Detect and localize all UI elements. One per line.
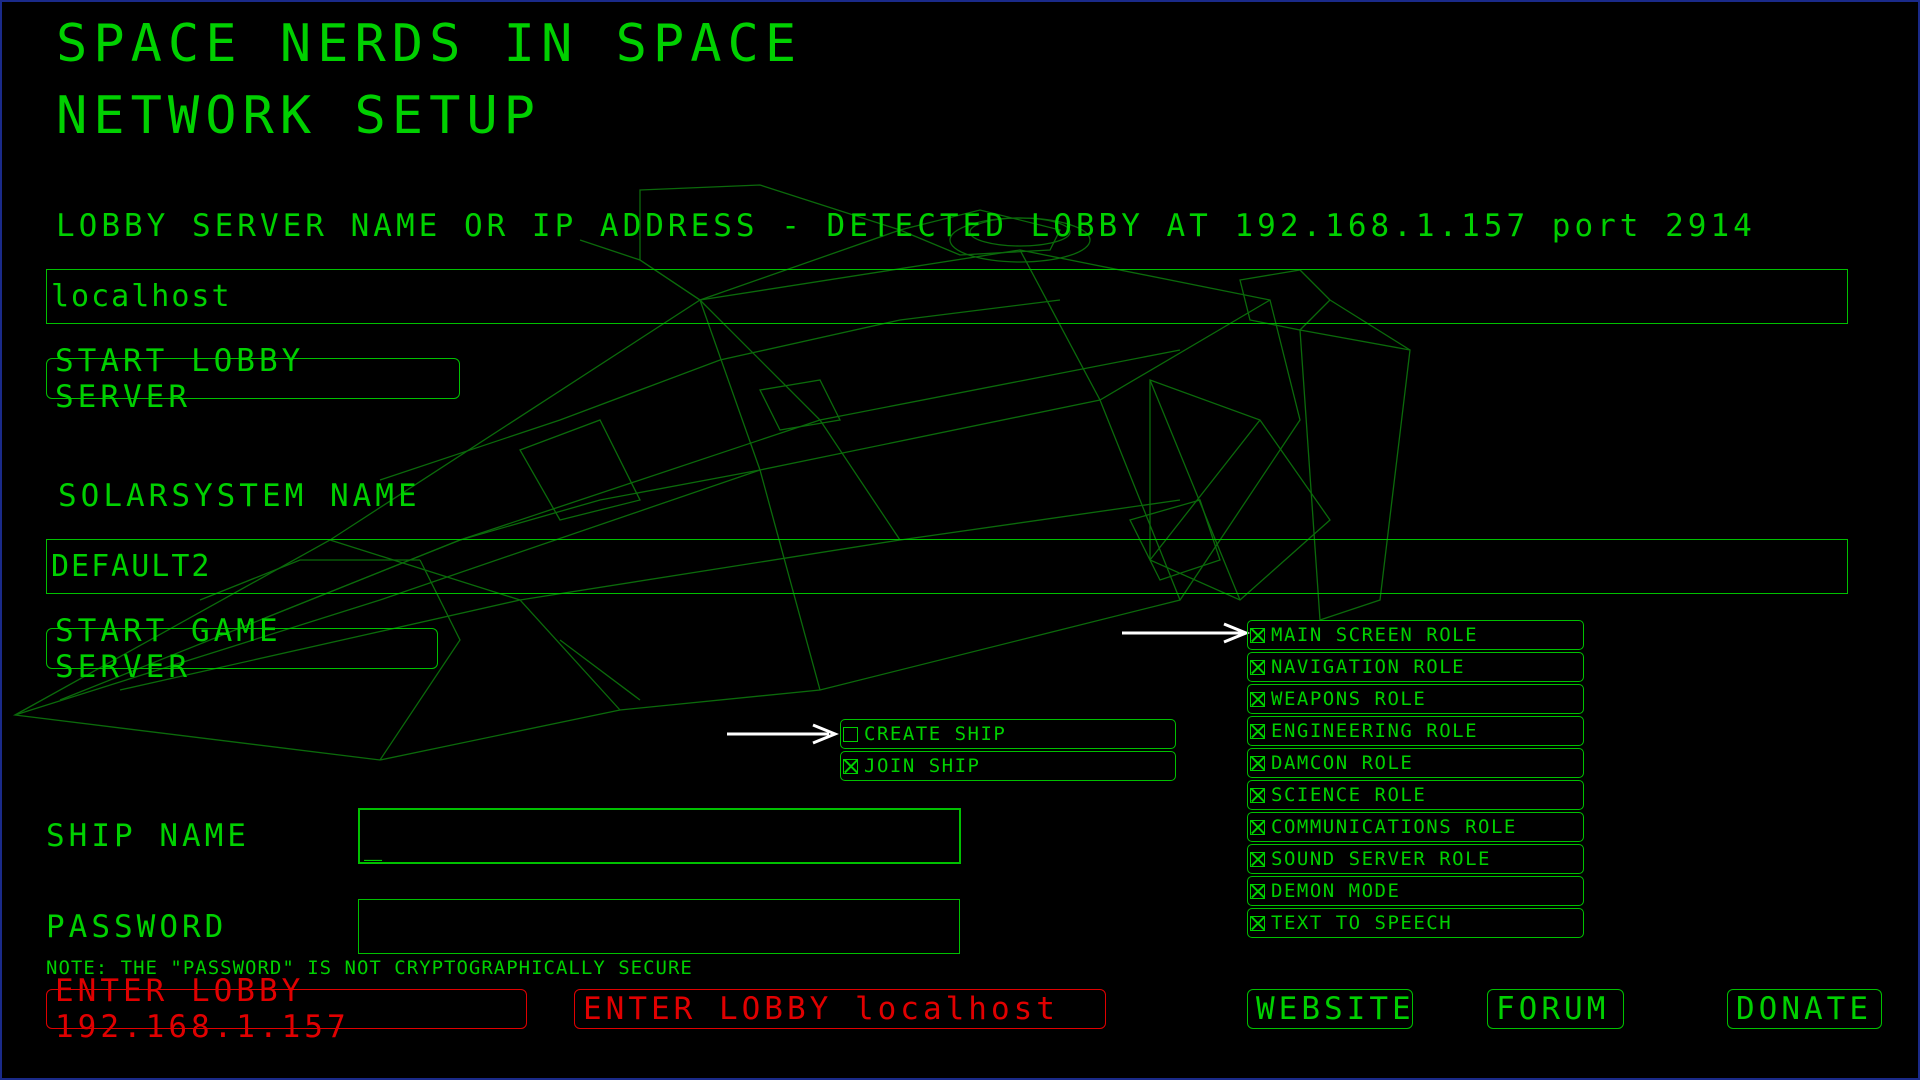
ship-name-label: SHIP NAME: [46, 818, 250, 854]
enter-lobby-ip-label: ENTER LOBBY 192.168.1.157: [55, 973, 350, 1045]
role-navigation-checkbox[interactable]: NAVIGATION ROLE: [1247, 652, 1584, 682]
checked-box-icon: [843, 758, 858, 774]
donate-label: DONATE: [1736, 991, 1872, 1027]
website-label: WEBSITE: [1256, 991, 1415, 1027]
role-label: NAVIGATION ROLE: [1271, 656, 1466, 678]
join-ship-label: JOIN SHIP: [864, 755, 981, 777]
role-main-screen-checkbox[interactable]: MAIN SCREEN ROLE: [1247, 620, 1584, 650]
checked-box-icon: [1250, 787, 1265, 803]
game-title: SPACE NERDS IN SPACE: [56, 14, 803, 74]
password-label: PASSWORD: [46, 909, 228, 945]
join-ship-checkbox[interactable]: JOIN SHIP: [840, 751, 1176, 781]
lobby-server-input[interactable]: localhost: [46, 269, 1848, 324]
role-science-checkbox[interactable]: SCIENCE ROLE: [1247, 780, 1584, 810]
create-ship-label: CREATE SHIP: [864, 723, 1007, 745]
checked-box-icon: [1250, 851, 1265, 867]
checked-box-icon: [1250, 659, 1265, 675]
demon-mode-checkbox[interactable]: DEMON MODE: [1247, 876, 1584, 906]
checked-box-icon: [1250, 883, 1265, 899]
enter-lobby-ip-button[interactable]: ENTER LOBBY 192.168.1.157: [46, 973, 527, 1045]
role-label: WEAPONS ROLE: [1271, 688, 1427, 710]
enter-lobby-localhost-label: ENTER LOBBY localhost: [583, 991, 1059, 1027]
pointer-arrow-icon: [727, 723, 839, 745]
role-label: ENGINEERING ROLE: [1271, 720, 1479, 742]
role-label: DEMON MODE: [1271, 880, 1401, 902]
checked-box-icon: [1250, 691, 1265, 707]
checked-box-icon: [1250, 627, 1265, 643]
enter-lobby-localhost-button[interactable]: ENTER LOBBY localhost: [574, 989, 1106, 1029]
role-engineering-checkbox[interactable]: ENGINEERING ROLE: [1247, 716, 1584, 746]
role-sound-server-checkbox[interactable]: SOUND SERVER ROLE: [1247, 844, 1584, 874]
ship-name-input[interactable]: _: [358, 808, 961, 864]
start-lobby-server-label: START LOBBY SERVER: [55, 342, 305, 415]
lobby-server-value: localhost: [51, 279, 232, 314]
role-label: COMMUNICATIONS ROLE: [1271, 816, 1517, 838]
donate-button[interactable]: DONATE: [1727, 989, 1882, 1029]
role-damcon-checkbox[interactable]: DAMCON ROLE: [1247, 748, 1584, 778]
role-label: SOUND SERVER ROLE: [1271, 848, 1491, 870]
create-ship-checkbox[interactable]: CREATE SHIP: [840, 719, 1176, 749]
start-lobby-server-button[interactable]: START LOBBY SERVER: [46, 343, 460, 415]
text-to-speech-checkbox[interactable]: TEXT TO SPEECH: [1247, 908, 1584, 938]
forum-button[interactable]: FORUM: [1487, 989, 1624, 1029]
screen-title: NETWORK SETUP: [56, 86, 541, 146]
lobby-server-label: LOBBY SERVER NAME OR IP ADDRESS - DETECT…: [56, 208, 1756, 244]
role-label: SCIENCE ROLE: [1271, 784, 1427, 806]
role-label: TEXT TO SPEECH: [1271, 912, 1453, 934]
checked-box-icon: [1250, 915, 1265, 931]
checked-box-icon: [1250, 819, 1265, 835]
start-game-server-label: START GAME SERVER: [55, 612, 282, 685]
unchecked-box-icon: [843, 726, 858, 742]
role-label: MAIN SCREEN ROLE: [1271, 624, 1479, 646]
role-communications-checkbox[interactable]: COMMUNICATIONS ROLE: [1247, 812, 1584, 842]
pointer-arrow-icon: [1122, 622, 1250, 644]
website-button[interactable]: WEBSITE: [1247, 989, 1413, 1029]
solarsystem-name-value: DEFAULT2: [51, 549, 212, 584]
forum-label: FORUM: [1496, 991, 1610, 1027]
start-game-server-button[interactable]: START GAME SERVER: [46, 613, 438, 685]
solarsystem-name-input[interactable]: DEFAULT2: [46, 539, 1848, 594]
checked-box-icon: [1250, 723, 1265, 739]
checked-box-icon: [1250, 755, 1265, 771]
password-input[interactable]: [358, 899, 960, 954]
ship-name-value: _: [364, 827, 385, 862]
solarsystem-name-label: SOLARSYSTEM NAME: [58, 478, 421, 514]
role-weapons-checkbox[interactable]: WEAPONS ROLE: [1247, 684, 1584, 714]
role-label: DAMCON ROLE: [1271, 752, 1414, 774]
